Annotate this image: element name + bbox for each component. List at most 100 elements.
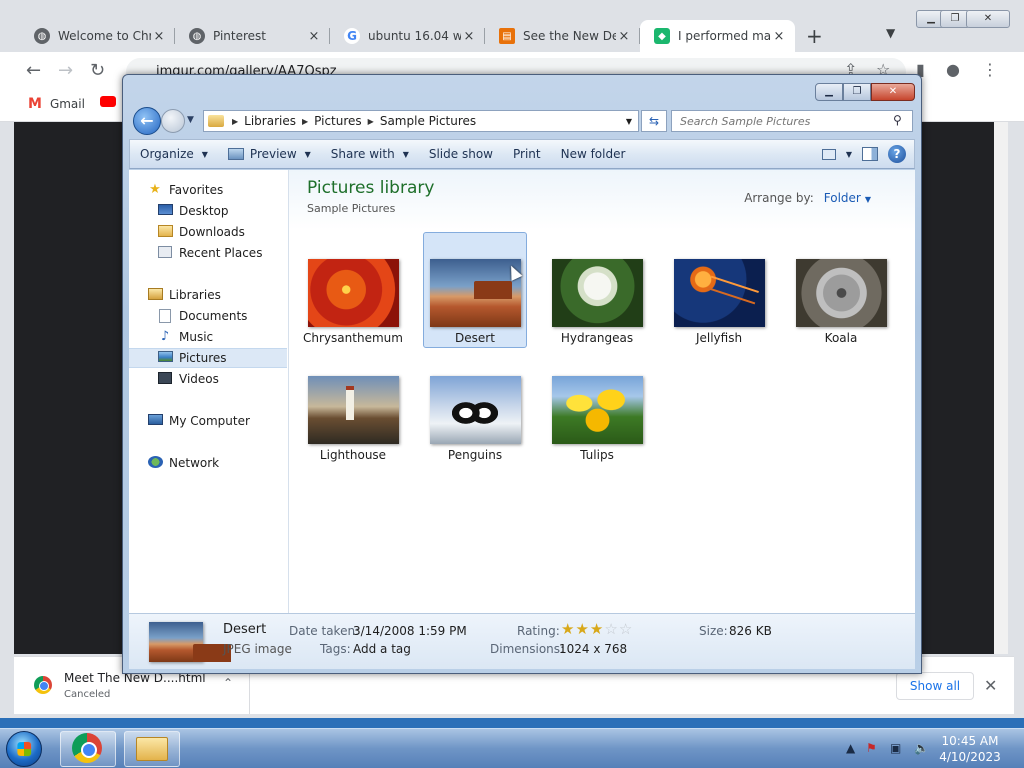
chevron-down-icon[interactable]: ▼ — [846, 150, 852, 159]
start-button[interactable] — [6, 731, 42, 767]
file-penguins[interactable]: Penguins — [423, 349, 527, 465]
breadcrumb-pictures[interactable]: Pictures — [314, 114, 362, 128]
print-button[interactable]: Print — [503, 147, 551, 161]
back-arrow-icon[interactable]: ← — [26, 60, 41, 81]
file-hydrangeas[interactable]: Hydrangeas — [545, 232, 649, 348]
menu-icon[interactable]: ⋮ — [982, 60, 998, 79]
breadcrumb-separator-icon[interactable]: ▶ — [232, 117, 238, 126]
new-tab-button[interactable]: + — [806, 24, 823, 48]
forward-arrow-icon[interactable]: → — [58, 60, 73, 81]
tab-close-icon[interactable]: × — [151, 29, 167, 44]
file-lighthouse[interactable]: Lighthouse — [301, 349, 405, 465]
tab-ubuntu[interactable]: G ubuntu 16.04 wallpaper × — [330, 20, 485, 52]
bookmark-youtube[interactable] — [100, 96, 116, 107]
thumbnail-hydrangeas — [551, 259, 643, 327]
nav-downloads[interactable]: Downloads — [129, 222, 287, 242]
tab-welcome[interactable]: ◍ Welcome to Chrome × — [20, 20, 175, 52]
show-hidden-icons-chevron-icon[interactable]: ▲ — [846, 741, 855, 755]
tab-title: I performed magic — [678, 29, 771, 43]
network-tray-icon[interactable]: ▣ — [890, 741, 901, 755]
refresh-icon[interactable]: ⇆ — [641, 110, 667, 132]
share-with-button[interactable]: Share with ▼ — [321, 147, 419, 161]
star-empty-icon[interactable]: ☆ — [604, 620, 618, 638]
scrollbar[interactable] — [994, 122, 1008, 654]
organize-button[interactable]: Organize ▼ — [130, 147, 218, 161]
slide-show-button[interactable]: Slide show — [419, 147, 503, 161]
desktop-icon — [157, 204, 173, 218]
search-input[interactable] — [671, 110, 913, 132]
command-bar: Organize ▼ Preview ▼ Share with ▼ Slide sho… — [129, 139, 915, 169]
address-row: ← ▼ ▶ Libraries ▶ Pictures ▶ Sample Pict… — [131, 107, 915, 135]
date-taken-value[interactable]: 3/14/2008 1:59 PM — [353, 624, 467, 638]
star-filled-icon[interactable]: ★ — [590, 620, 604, 638]
nav-pictures[interactable]: Pictures — [129, 348, 287, 368]
arrange-by[interactable]: Arrange by: Folder ▼ — [744, 191, 871, 205]
breadcrumb-separator-icon[interactable]: ▶ — [368, 117, 374, 126]
tab-close-icon[interactable]: × — [306, 29, 322, 44]
libraries-icon — [147, 288, 163, 302]
star-filled-icon[interactable]: ★ — [561, 620, 575, 638]
nav-label: My Computer — [169, 414, 250, 428]
pictures-icon — [157, 351, 173, 365]
new-folder-button[interactable]: New folder — [551, 147, 636, 161]
chrome-icon — [72, 733, 102, 763]
breadcrumb-libraries[interactable]: Libraries — [244, 114, 296, 128]
minimize-icon[interactable]: ▁ — [815, 83, 843, 101]
clock[interactable]: 10:45 AM 4/10/2023 — [936, 733, 1004, 765]
show-all-button[interactable]: Show all — [896, 672, 974, 700]
recent-places-icon — [157, 246, 173, 260]
tab-imgur[interactable]: ◆ I performed magic × — [640, 20, 795, 52]
close-download-bar-icon[interactable]: ✕ — [984, 676, 997, 695]
tab-search-chevron-icon[interactable]: ▼ — [886, 26, 895, 40]
preview-pane-icon[interactable] — [862, 147, 878, 161]
bookmark-gmail[interactable]: M Gmail — [28, 96, 85, 112]
star-empty-icon[interactable]: ☆ — [619, 620, 633, 638]
close-icon[interactable]: ✕ — [966, 10, 1010, 28]
nav-network[interactable]: Network — [129, 453, 287, 473]
rating-stars[interactable]: ★★★☆☆ — [561, 620, 633, 638]
breadcrumb-sample-pictures[interactable]: Sample Pictures — [380, 114, 476, 128]
arrange-value[interactable]: Folder — [824, 191, 861, 205]
tab-pinterest[interactable]: ◍ Pinterest × — [175, 20, 330, 52]
nav-music[interactable]: ♪ Music — [129, 327, 287, 347]
chevron-up-icon[interactable]: ⌃ — [223, 676, 233, 690]
nav-libraries[interactable]: Libraries — [129, 285, 287, 305]
nav-favorites[interactable]: ★ Favorites — [129, 180, 287, 200]
reload-icon[interactable]: ↻ — [90, 60, 105, 81]
forward-arrow-icon[interactable] — [161, 109, 185, 133]
file-jellyfish[interactable]: Jellyfish — [667, 232, 771, 348]
address-dropdown-icon[interactable]: ▼ — [626, 117, 632, 126]
dimensions-value: 1024 x 768 — [559, 642, 628, 656]
star-filled-icon[interactable]: ★ — [575, 620, 589, 638]
file-koala[interactable]: Koala — [789, 232, 893, 348]
nav-documents[interactable]: Documents — [129, 306, 287, 326]
thumbnail-chrysanthemum — [307, 259, 399, 327]
recent-pages-chevron-icon[interactable]: ▼ — [187, 115, 194, 125]
imgur-icon: ◆ — [654, 28, 670, 44]
maximize-icon[interactable]: ❐ — [843, 83, 871, 101]
nav-recent-places[interactable]: Recent Places — [129, 243, 287, 263]
profile-icon[interactable]: ● — [946, 60, 960, 79]
change-view-icon[interactable] — [821, 148, 836, 160]
action-center-flag-icon[interactable]: ⚑ — [866, 741, 877, 755]
volume-muted-icon[interactable]: 🔈 — [914, 741, 929, 755]
youtube-icon — [100, 96, 116, 107]
file-desert[interactable]: Desert — [423, 232, 527, 348]
file-chrysanthemum[interactable]: Chrysanthemum — [301, 232, 405, 348]
breadcrumb[interactable]: ▶ Libraries ▶ Pictures ▶ Sample Pictures… — [203, 110, 639, 132]
tags-value[interactable]: Add a tag — [353, 642, 411, 656]
tab-news[interactable]: ▤ See the New Default × — [485, 20, 640, 52]
preview-button[interactable]: Preview ▼ — [218, 147, 321, 161]
back-arrow-icon[interactable]: ← — [133, 107, 161, 135]
search-icon[interactable]: ⚲ — [893, 113, 902, 127]
nav-videos[interactable]: Videos — [129, 369, 287, 389]
nav-desktop[interactable]: Desktop — [129, 201, 287, 221]
close-icon[interactable]: ✕ — [871, 83, 915, 101]
help-icon[interactable]: ? — [888, 145, 906, 163]
breadcrumb-separator-icon[interactable]: ▶ — [302, 117, 308, 126]
nav-my-computer[interactable]: My Computer — [129, 411, 287, 431]
tab-close-icon[interactable]: × — [771, 29, 787, 44]
tab-close-icon[interactable]: × — [461, 29, 477, 44]
tab-close-icon[interactable]: × — [616, 29, 632, 44]
file-tulips[interactable]: Tulips — [545, 349, 649, 465]
